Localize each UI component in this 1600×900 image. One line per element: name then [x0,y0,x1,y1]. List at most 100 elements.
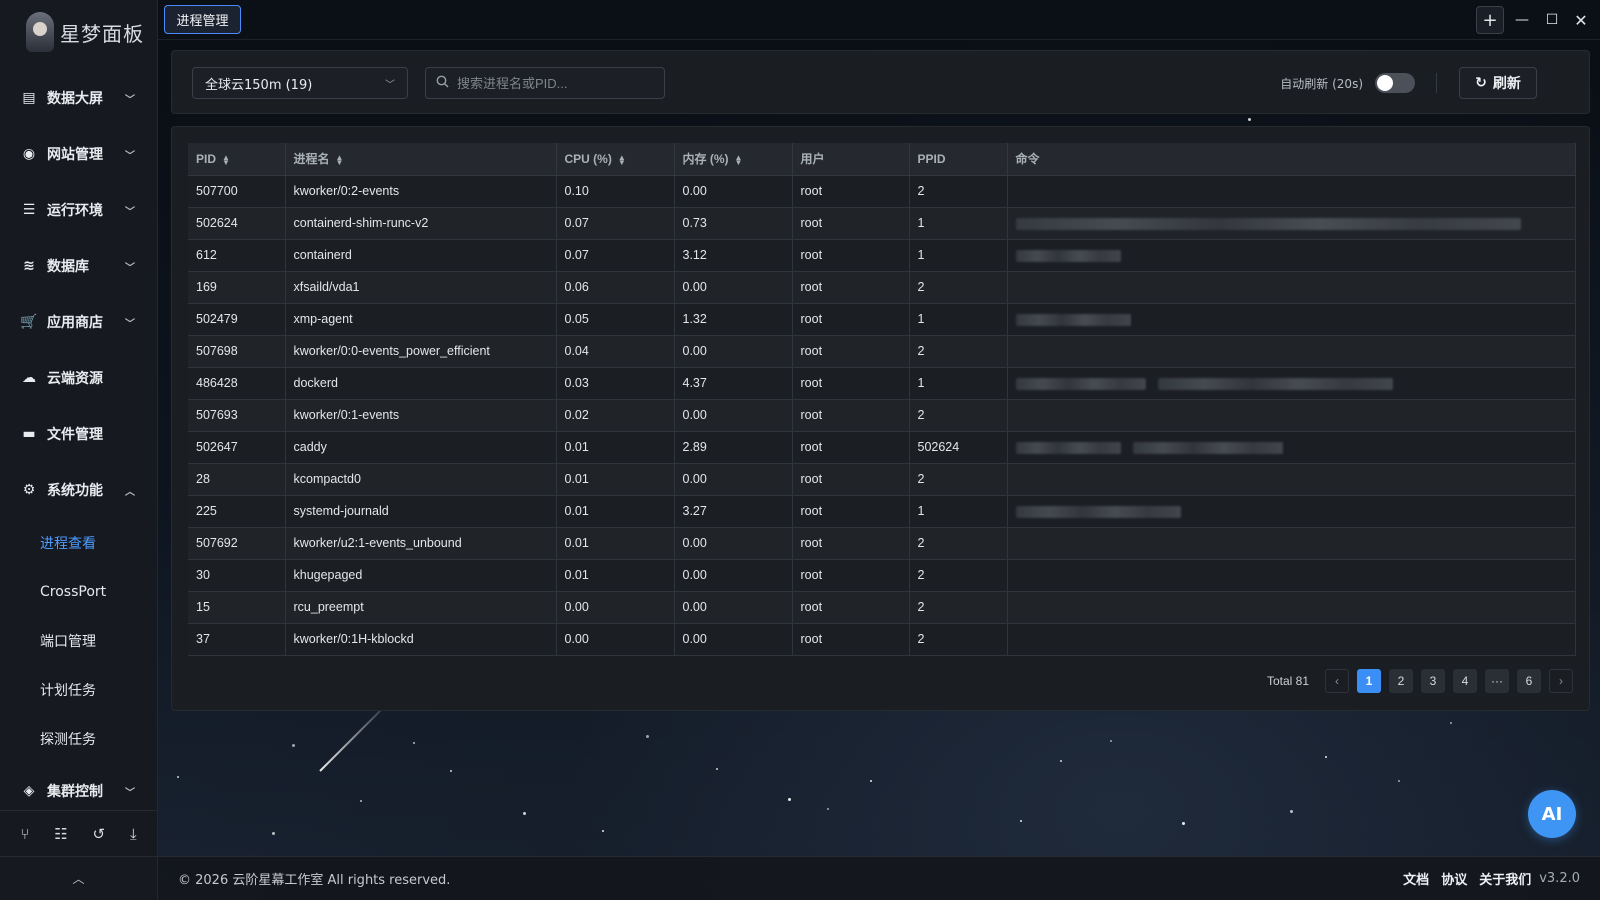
sidebar-subitem[interactable]: 计划任务 [0,665,157,714]
refresh-button-label: 刷新 [1492,76,1521,92]
pagination: Total 81 ‹ 1 2 3 4 ··· 6 › [1267,668,1573,694]
sidebar-subitem[interactable]: 进程查看 [0,518,157,567]
next-page-button[interactable]: › [1549,669,1573,693]
column-header[interactable]: PID ▲ ▼ [188,143,286,176]
page-button[interactable]: 4 [1453,669,1477,693]
table-row[interactable]: 507700 kworker/0:2-events 0.10 0.00 root 2 [188,175,1576,208]
star [1110,740,1112,742]
column-header-label: 内存 (%) [682,152,729,167]
cell-cpu: 0.05 [556,303,675,336]
cell-ppid: 1 [909,303,1008,336]
sidebar-item-gears[interactable]: ⚙ 系统功能 ︿ [0,462,157,518]
sidebar-subitem[interactable]: CrossPort [0,567,157,616]
download-icon[interactable]: ⤓ [130,825,137,843]
footer-link[interactable]: 协议 [1441,869,1467,888]
sidebar-item-server[interactable]: ☰ 运行环境 ﹀ [0,182,157,238]
sort-icon[interactable]: ▲ ▼ [222,153,230,166]
sidebar-item-folder[interactable]: ▬ 文件管理 [0,406,157,462]
logo[interactable]: 星梦面板 [0,0,157,64]
table-row[interactable]: 169 xfsaild/vda1 0.06 0.00 root 2 [188,271,1576,304]
table-row[interactable]: 486428 dockerd 0.03 4.37 root 1 [188,367,1576,400]
table-row[interactable]: 612 containerd 0.07 3.12 root 1 [188,239,1576,272]
cell-cpu: 0.01 [556,527,675,560]
cell-ppid: 2 [909,591,1008,624]
table-row[interactable]: 507698 kworker/0:0-events_power_efficient… [188,335,1576,368]
redacted-command [1015,505,1181,518]
table-row[interactable]: 30 khugepaged 0.01 0.00 root 2 [188,559,1576,592]
cell-cpu: 0.10 [556,175,675,208]
table-row[interactable]: 502647 caddy 0.01 2.89 root 502624 [188,431,1576,464]
list-icon[interactable]: ☷ [54,825,67,843]
table-row[interactable]: 502624 containerd-shim-runc-v2 0.07 0.73 roo… [188,207,1576,240]
table-row[interactable]: 507692 kworker/u2:1-events_unbound 0.01 0.0… [188,527,1576,560]
sidebar-item-label: 数据大屏 [47,91,103,107]
cell-user: root [792,239,910,272]
table-row[interactable]: 28 kcompactd0 0.01 0.00 root 2 [188,463,1576,496]
minimize-icon: — [1515,12,1529,28]
process-table: PID ▲ ▼ 进程名 ▲ ▼ CPU (%) ▲ ▼ 内存 (%) ▲ ▼ 用户 PPID 命令 5077… [188,143,1576,656]
sidebar-collapse-button[interactable]: ︿ [0,856,157,900]
column-header[interactable]: CPU (%) ▲ ▼ [556,143,675,176]
cell-user: root [792,527,910,560]
close-button[interactable]: ✕ [1567,6,1595,34]
sidebar-item-bar-chart[interactable]: ▤ 数据大屏 ﹀ [0,70,157,126]
server-select[interactable]: 全球云150m (19) ﹀ [192,67,408,99]
sidebar-item-cloud[interactable]: ☁ 云端资源 [0,350,157,406]
footer-link[interactable]: 关于我们 [1479,869,1531,888]
cell-name: xfsaild/vda1 [285,271,557,304]
cell-command [1007,207,1576,240]
page-button[interactable]: 6 [1517,669,1541,693]
minimize-button[interactable]: — [1508,6,1536,34]
sort-icon[interactable]: ▲ ▼ [336,154,344,167]
chevron-down-icon: ﹀ [125,206,135,218]
page-ellipsis[interactable]: ··· [1485,669,1509,693]
cell-user: root [792,175,910,208]
table-row[interactable]: 225 systemd-journald 0.01 3.27 root 1 [188,495,1576,528]
cell-command [1007,335,1576,368]
redacted-command [1015,441,1121,454]
column-header-label: 用户 [800,152,825,167]
sidebar: 星梦面板 ▤ 数据大屏 ﹀ ◉ 网站管理 ﹀ ☰ 运行环境 ﹀ ≋ 数据库 ﹀ 🛒 应用商店 ﹀ ☁… [0,0,158,900]
footer-link[interactable]: 文档 [1403,869,1429,888]
sidebar-subitem[interactable]: 端口管理 [0,616,157,665]
refresh-button[interactable]: ↻ 刷新 [1459,67,1537,99]
maximize-button[interactable]: ☐ [1538,6,1566,34]
page-button[interactable]: 1 [1357,669,1381,693]
page-button[interactable]: 2 [1389,669,1413,693]
logo-text: 星梦面板 [60,21,144,46]
cell-mem: 0.00 [674,335,793,368]
sidebar-subitem[interactable]: 探测任务 [0,714,157,763]
sort-icon[interactable]: ▲ ▼ [618,153,626,166]
table-row[interactable]: 507693 kworker/0:1-events 0.02 0.00 root 2 [188,399,1576,432]
branch-icon[interactable]: ⑂ [20,825,29,843]
history-icon[interactable]: ↺ [93,825,106,843]
cell-pid: 507700 [188,175,286,208]
cell-pid: 30 [188,559,286,592]
sidebar-item-globe[interactable]: ◉ 网站管理 ﹀ [0,126,157,182]
add-tab-button[interactable]: + [1476,6,1504,34]
search-input[interactable] [457,75,647,91]
auto-refresh-toggle[interactable] [1375,73,1415,93]
search-box[interactable] [425,67,665,99]
star [602,830,604,832]
table-row[interactable]: 37 kworker/0:1H-kblockd 0.00 0.00 root 2 [188,623,1576,656]
gears-icon: ⚙ [22,482,36,498]
cell-cpu: 0.07 [556,239,675,272]
cell-mem: 3.27 [674,495,793,528]
page-button[interactable]: 3 [1421,669,1445,693]
cell-pid: 15 [188,591,286,624]
sidebar-item-cart[interactable]: 🛒 应用商店 ﹀ [0,294,157,350]
prev-page-button[interactable]: ‹ [1325,669,1349,693]
cell-mem: 2.89 [674,431,793,464]
table-body: 507700 kworker/0:2-events 0.10 0.00 root 2 502… [188,175,1576,656]
sidebar-item-database[interactable]: ≋ 数据库 ﹀ [0,238,157,294]
table-row[interactable]: 15 rcu_preempt 0.00 0.00 root 2 [188,591,1576,624]
ai-assistant-button[interactable]: AI [1528,790,1576,838]
column-header[interactable]: 进程名 ▲ ▼ [285,143,557,176]
cell-cpu: 0.02 [556,399,675,432]
column-header[interactable]: 内存 (%) ▲ ▼ [674,143,793,176]
tab-process-manager[interactable]: 进程管理 [164,5,241,34]
sort-icon[interactable]: ▲ ▼ [735,154,743,167]
table-row[interactable]: 502479 xmp-agent 0.05 1.32 root 1 [188,303,1576,336]
cell-cpu: 0.01 [556,463,675,496]
